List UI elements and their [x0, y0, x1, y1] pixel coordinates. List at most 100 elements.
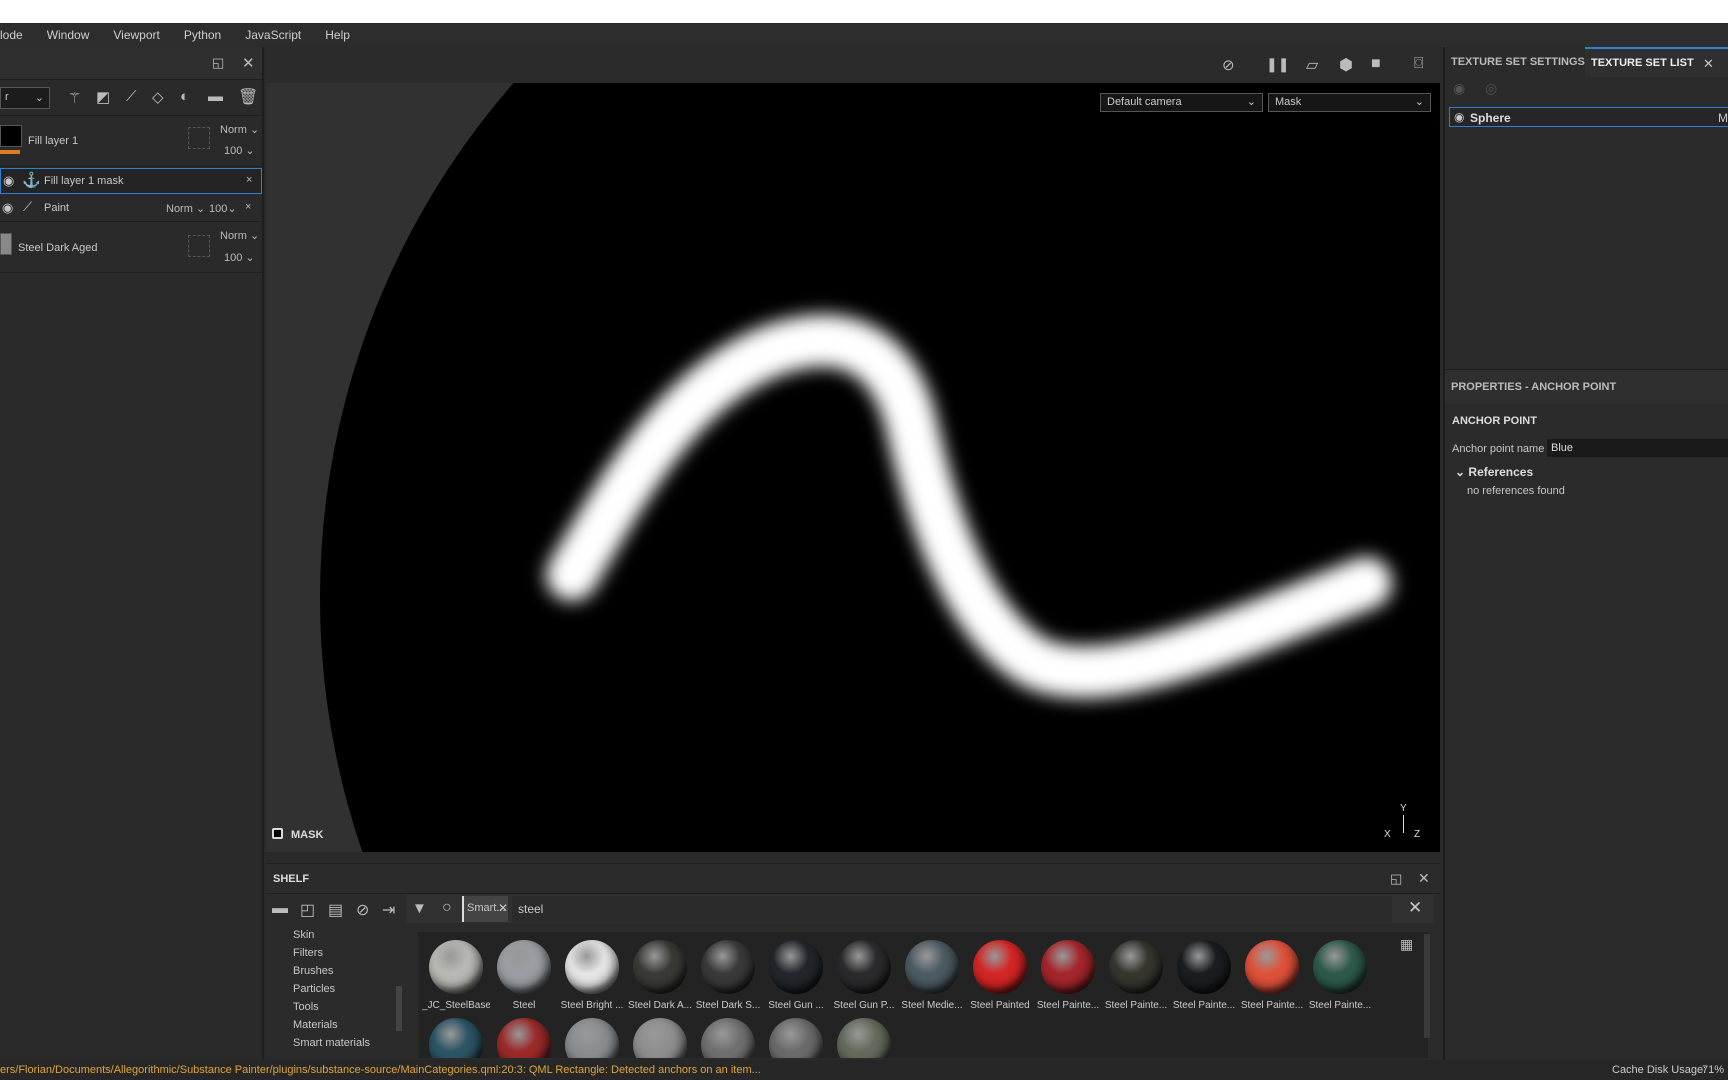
material-grid: _JC_SteelBase Steel Steel Bright ... Steel … [418, 932, 1428, 1058]
material-item[interactable]: _JC_SteelBase [422, 940, 490, 1011]
material-preview[interactable] [701, 1018, 755, 1058]
menu-mode[interactable]: lode [0, 28, 37, 42]
close-icon[interactable]: ✕ [1703, 56, 1714, 72]
close-icon[interactable]: ✕ [242, 54, 255, 72]
material-preview[interactable] [837, 1018, 891, 1058]
material-preview [1109, 940, 1163, 994]
magic-wand-icon[interactable]: ⚚ [68, 89, 81, 107]
solo-icon[interactable]: ◎ [1485, 80, 1497, 97]
category-tools[interactable]: Tools [293, 1001, 319, 1014]
layer-paint[interactable]: ◉ ⟋ Paint Norm ⌄ 100⌄ × [0, 195, 262, 222]
references-toggle[interactable]: ⌄ References [1455, 465, 1533, 479]
eye-icon[interactable]: ◉ [3, 173, 14, 189]
tab-texture-set-list[interactable]: TEXTURE SET LIST ✕ [1585, 47, 1728, 77]
mask-icon[interactable]: ◐ [180, 88, 189, 105]
folder-icon[interactable]: ▬ [272, 900, 288, 918]
add-effect-icon[interactable]: ◩ [96, 88, 110, 106]
layer-fill-layer-1[interactable]: Fill layer 1 Norm ⌄ 100 ⌄ [0, 117, 262, 167]
shelf-search-input[interactable] [512, 896, 1392, 922]
tab-texture-set-settings[interactable]: TEXTURE SET SETTINGS [1451, 56, 1585, 68]
material-item[interactable]: Steel [490, 940, 558, 1011]
hide-icon[interactable]: ⊘ [1222, 56, 1235, 74]
material-item[interactable]: Steel Painted [966, 940, 1034, 1011]
material-preview [1313, 940, 1367, 994]
fill-layer-icon[interactable]: ◇ [152, 88, 164, 106]
close-icon[interactable]: ✕ [1418, 870, 1430, 887]
cube-icon[interactable]: ⬢ [1339, 55, 1353, 75]
menu-window[interactable]: Window [37, 28, 104, 42]
trash-icon[interactable]: 🗑 [238, 87, 258, 107]
perspective-icon[interactable]: ▱ [1306, 55, 1318, 75]
layer-steel-dark-aged[interactable]: Steel Dark Aged Norm ⌄ 100 ⌄ [0, 223, 262, 273]
float-icon[interactable]: ◱ [1390, 871, 1402, 887]
layer-thumbnail [0, 233, 12, 255]
menu-viewport[interactable]: Viewport [103, 28, 173, 42]
blend-dropdown[interactable]: Norm ⌄ [220, 123, 259, 136]
brush-icon: ⟋ [23, 199, 33, 214]
layer-fill-layer-1-mask[interactable]: ◉ ⚓ Fill layer 1 mask × [0, 168, 262, 194]
categories-scrollbar[interactable] [396, 986, 402, 1031]
category-materials[interactable]: Materials [293, 1019, 338, 1032]
clear-search-icon[interactable]: ✕ [1408, 898, 1422, 918]
remove-icon[interactable]: × [245, 201, 251, 213]
category-skin[interactable]: Skin [293, 929, 314, 942]
material-item[interactable]: Steel Bright ... [558, 940, 626, 1011]
new-document-icon[interactable]: ◰ [300, 900, 315, 920]
material-item[interactable]: Steel Painte... [1170, 940, 1238, 1011]
viewport: ⊘ ❚❚ ▱ ⬢ ■ ⌼ Default camera ⌄ Mask ⌄ Y X Z… [266, 47, 1440, 852]
opacity-dropdown[interactable]: 100 ⌄ [224, 251, 255, 264]
menu-javascript[interactable]: JavaScript [235, 28, 315, 42]
screenshot-icon[interactable]: ⌼ [1414, 55, 1424, 73]
paint-layer-icon[interactable]: ⟋ [126, 88, 137, 105]
material-item[interactable]: Steel Gun P... [830, 940, 898, 1011]
remove-icon[interactable]: × [246, 174, 252, 186]
category-smart-materials[interactable]: Smart materials [293, 1037, 370, 1050]
camera-icon[interactable]: ■ [1371, 55, 1381, 73]
camera-dropdown[interactable]: Default camera ⌄ [1100, 93, 1263, 112]
opacity-dropdown[interactable]: 100⌄ [209, 202, 237, 215]
material-item[interactable]: Steel Painte... [1238, 940, 1306, 1011]
visibility-toggle-icon[interactable]: ◉ [1453, 80, 1465, 97]
folder-icon[interactable]: ▬ [208, 88, 223, 105]
remove-filter-icon[interactable]: ✕ [498, 901, 508, 915]
category-particles[interactable]: Particles [293, 983, 335, 996]
import-icon[interactable]: ⇥ [382, 900, 395, 920]
reset-icon[interactable]: ○ [442, 899, 452, 917]
material-preview[interactable] [429, 1018, 483, 1058]
material-item[interactable]: Steel Dark S... [694, 940, 762, 1011]
blend-dropdown[interactable]: Norm ⌄ [220, 229, 259, 242]
material-item[interactable]: Steel Gun ... [762, 940, 830, 1011]
material-item[interactable]: Steel Dark A... [626, 940, 694, 1011]
channel-dropdown[interactable]: Mask ⌄ [1268, 93, 1431, 112]
material-preview[interactable] [565, 1018, 619, 1058]
material-preview[interactable] [769, 1018, 823, 1058]
eye-icon[interactable]: ◉ [1454, 110, 1464, 124]
layer-name: Fill layer 1 mask [44, 175, 124, 187]
eye-icon[interactable]: ◉ [2, 200, 13, 216]
texture-set-item[interactable]: ◉ Sphere M [1449, 107, 1728, 127]
material-item[interactable]: Steel Painte... [1034, 940, 1102, 1011]
material-item[interactable]: Steel Painte... [1102, 940, 1170, 1011]
grid-view-icon[interactable]: ▦ [1400, 936, 1413, 953]
opacity-dropdown[interactable]: 100 ⌄ [224, 144, 255, 157]
blend-dropdown[interactable]: Norm ⌄ [166, 202, 205, 215]
material-preview[interactable] [633, 1018, 687, 1058]
hide-icon[interactable]: ⊘ [356, 900, 369, 920]
material-preview [701, 940, 755, 994]
material-preview[interactable] [497, 1018, 551, 1058]
menu-python[interactable]: Python [174, 28, 235, 42]
menu-help[interactable]: Help [315, 28, 364, 42]
material-item[interactable]: Steel Medie... [898, 940, 966, 1011]
anchor-name-input[interactable] [1547, 439, 1728, 457]
material-item[interactable]: Steel Painte... [1306, 940, 1374, 1011]
category-brushes[interactable]: Brushes [293, 965, 333, 978]
pause-icon[interactable]: ❚❚ [1266, 56, 1289, 73]
viewport-canvas[interactable]: Default camera ⌄ Mask ⌄ Y X Z MASK [266, 83, 1440, 852]
filter-icon[interactable]: ▼ [412, 900, 427, 917]
float-icon[interactable]: ◱ [212, 55, 224, 71]
blend-mode-dropdown[interactable]: r ⌄ [0, 87, 50, 109]
shelf-scrollbar[interactable] [1424, 934, 1430, 1038]
category-filters[interactable]: Filters [293, 947, 323, 960]
layer-name: Steel Dark Aged [18, 242, 98, 254]
save-icon[interactable]: ▤ [328, 900, 343, 920]
